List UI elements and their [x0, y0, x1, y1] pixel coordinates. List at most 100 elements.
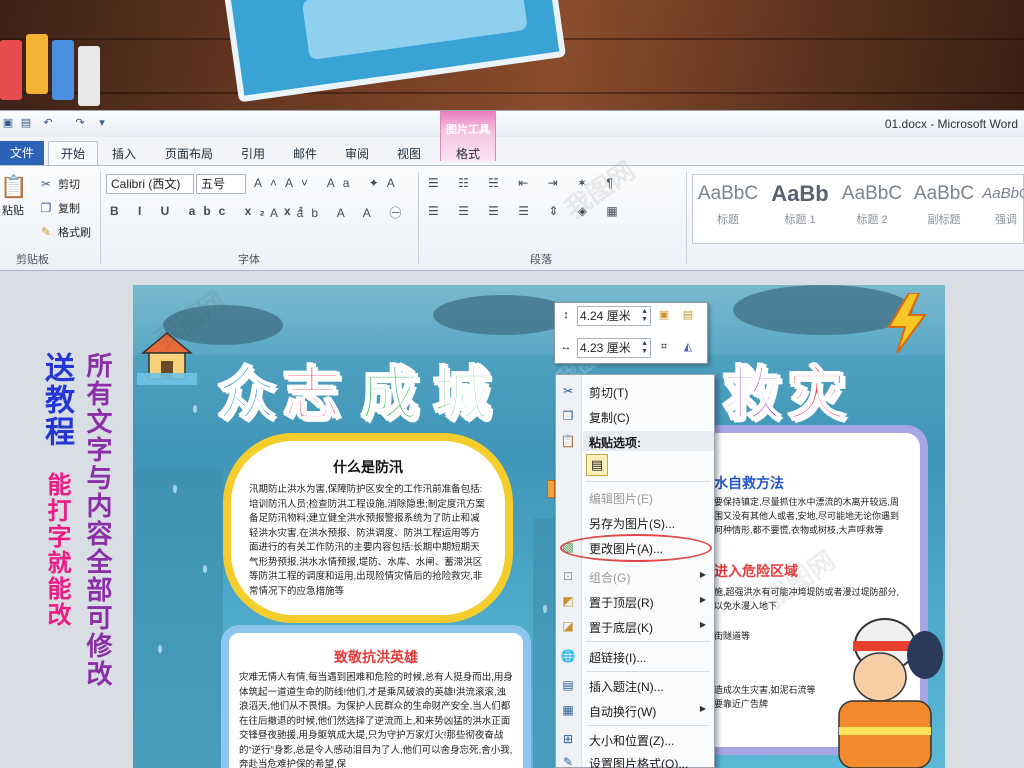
card-title: 致敬抗洪英雄 [334, 649, 418, 665]
rescuer-illustration [838, 618, 943, 768]
title-char: 灾 [787, 359, 847, 429]
tab-insert[interactable]: 插入 [112, 145, 136, 162]
card-title: 什么是防汛 [333, 459, 403, 475]
paste-button[interactable]: 📋 粘贴 [0, 172, 28, 218]
scissors-icon: ✂ [40, 177, 52, 191]
menu-paste-options: 📋 粘贴选项: [560, 434, 641, 450]
side-text-editable: 所有文字与内容全部可修改 [82, 352, 112, 688]
title-char: 成 [360, 359, 420, 429]
style-emphasis[interactable]: AaBbC强调 [981, 179, 1024, 227]
width-spinner[interactable]: 4.23 厘米 ▲ ▼ [577, 338, 651, 358]
card-body: 灾难无情人有情,每当遇到困难和危险的时候,总有人挺身而出,用身体筑起一道道生命的… [239, 672, 513, 768]
menu-format-picture[interactable]: ✎ 设置图片格式(O)... [556, 751, 714, 768]
copy-icon: ❐ [562, 409, 574, 423]
menu-size-and-position[interactable]: ⊞ 大小和位置(Z)... [556, 728, 714, 750]
style-title[interactable]: AaBbC 标题 [693, 179, 763, 227]
paint-swatches [0, 30, 110, 110]
lightning-icon [887, 293, 927, 353]
redo-icon[interactable]: ↷ [72, 116, 88, 130]
side-text-typing: 能打字就能改 [43, 472, 71, 628]
ribbon: 📋 粘贴 ✂ 剪切 ❐ 复制 ✎ 格式刷 剪贴板 Calibri (西文) 五号 A˄… [0, 165, 1024, 271]
title-char: 城 [432, 359, 492, 429]
width-icon: ↔ [560, 341, 572, 353]
tab-mailings[interactable]: 邮件 [293, 145, 317, 162]
tab-format[interactable]: 格式 [456, 145, 480, 162]
poster-canvas[interactable]: 我图网 我图网 众 志 成 城 救 灾 什么是防汛 汛期防止洪水为害,保障防护区… [133, 285, 945, 768]
font-group-label: 字体 [238, 254, 260, 266]
quick-access-toolbar: ▣ ▤ ↶ ↷ ▾ 01.docx - Microsoft Word [0, 111, 1024, 137]
font-name-combo[interactable]: Calibri (西文) [106, 174, 194, 194]
font-size-combo[interactable]: 五号 [196, 174, 246, 194]
menu-edit-picture[interactable]: 编辑图片(E) [556, 486, 714, 508]
title-char: 救 [722, 359, 782, 429]
context-menu: ✂ 剪切(T) ❐ 复制(C) 📋 粘贴选项: ▤ 编辑图片(E) 另存为图片(S).… [555, 374, 715, 768]
tab-page-layout[interactable]: 页面布局 [165, 145, 213, 162]
paste-icon: 📋 [560, 434, 576, 448]
tab-references[interactable]: 引用 [241, 145, 265, 162]
style-subtitle[interactable]: AaBbC 副标题 [909, 179, 979, 227]
word-window: ▣ ▤ ↶ ↷ ▾ 01.docx - Microsoft Word 图片工具 … [0, 110, 1024, 271]
card-body: 汛期防止洪水为害,保障防护区安全的工作汛前准备包括:培训防汛人员;检查防洪工程设… [249, 484, 485, 597]
submenu-arrow-icon: ▶ [699, 704, 706, 713]
crop-tool-icon[interactable]: ⌗ [655, 338, 673, 356]
clipboard-group-label: 剪贴板 [16, 254, 49, 266]
save-icon[interactable]: ▤ [18, 116, 34, 130]
font-effect-buttons[interactable]: A ab A A ㊀ [270, 204, 409, 221]
menu-save-as-picture[interactable]: 另存为图片(S)... [556, 511, 714, 533]
menu-group[interactable]: ⊡ 组合(G) ▶ [556, 565, 714, 587]
card-heading: 水自救方法 [714, 475, 784, 491]
format-picture-icon: ✎ [562, 755, 574, 768]
scissors-icon: ✂ [562, 384, 574, 398]
cut-button[interactable]: ✂ 剪切 [38, 176, 80, 192]
poster-photo [223, 0, 567, 103]
ribbon-tabs: 文件 开始 插入 页面布局 引用 邮件 审阅 视图 格式 [0, 141, 1024, 167]
rotate-icon[interactable]: ◭ [679, 338, 697, 356]
submenu-arrow-icon: ▶ [699, 595, 706, 604]
height-icon: ↕ [563, 309, 569, 321]
menu-hyperlink[interactable]: 🌐 超链接(I)... [556, 645, 714, 667]
copy-button[interactable]: ❐ 复制 [38, 200, 80, 216]
document-title: 01.docx - Microsoft Word [884, 117, 1018, 131]
copy-icon: ❐ [40, 201, 52, 215]
brush-icon: ✎ [40, 225, 52, 239]
paragraph-group-label: 段落 [530, 254, 552, 266]
paste-keep-format-button[interactable]: ▤ [586, 454, 608, 476]
send-back-icon: ◪ [562, 619, 574, 633]
title-char: 志 [282, 359, 342, 429]
style-heading2[interactable]: AaBbC 标题 2 [837, 179, 907, 227]
style-heading1[interactable]: AaBb 标题 1 [765, 179, 835, 227]
height-spinner[interactable]: 4.24 厘米 ▲ ▼ [577, 306, 651, 326]
submenu-arrow-icon: ▶ [699, 620, 706, 629]
flood-prevention-card[interactable]: 什么是防汛 汛期防止洪水为害,保障防护区安全的工作汛前准备包括:培训防汛人员;检… [223, 433, 513, 623]
resize-handle[interactable] [547, 480, 555, 498]
size-position-icon: ⊞ [562, 732, 574, 746]
heroes-card[interactable]: 致敬抗洪英雄 灾难无情人有情,每当遇到困难和危险的时候,总有人挺身而出,用身体筑… [221, 625, 531, 768]
format-painter-button[interactable]: ✎ 格式刷 [38, 224, 91, 240]
customize-qat-icon[interactable]: ▾ [94, 116, 110, 130]
menu-send-to-back[interactable]: ◪ 置于底层(K) ▶ [556, 615, 714, 637]
tab-home[interactable]: 开始 [48, 141, 98, 167]
menu-text-wrapping[interactable]: ▦ 自动换行(W) ▶ [556, 699, 714, 721]
crop-icon[interactable]: ▣ [655, 306, 673, 324]
menu-bring-to-front[interactable]: ◩ 置于顶层(R) ▶ [556, 590, 714, 612]
card-text: 要保持镇定,尽量抓住水中漂流的木离开较远,周围又没有其他人或者,安地,尽可能地无… [714, 497, 900, 535]
highlight-ellipse [560, 534, 712, 562]
tab-view[interactable]: 视图 [397, 145, 421, 162]
paste-icon: 📋 [0, 174, 28, 199]
background-photo [0, 0, 1024, 110]
size-mini-toolbar: ↕ 4.24 厘米 ▲ ▼ ▣ ▤ ↔ 4.23 厘米 ▲ ▼ ⌗ ◭ [554, 302, 708, 364]
menu-copy[interactable]: ❐ 复制(C) [556, 405, 714, 427]
styles-gallery: AaBbC 标题 AaBb 标题 1 AaBbC 标题 2 AaBbC 副标题 AaBb… [692, 174, 1024, 244]
font-size-buttons[interactable]: A˄A˅ Aa ✦A [254, 176, 403, 190]
submenu-arrow-icon: ▶ [699, 570, 706, 579]
tab-review[interactable]: 审阅 [345, 145, 369, 162]
tab-file[interactable]: 文件 [0, 141, 44, 165]
menu-insert-caption[interactable]: ▤ 插入题注(N)... [556, 674, 714, 696]
word-icon[interactable]: ▣ [0, 116, 16, 130]
undo-icon[interactable]: ↶ [40, 116, 56, 130]
menu-cut[interactable]: ✂ 剪切(T) [556, 380, 714, 402]
wrap-icon: ▦ [562, 703, 574, 717]
bring-front-icon: ◩ [562, 594, 574, 608]
caption-icon: ▤ [562, 678, 574, 692]
arrange-icon[interactable]: ▤ [679, 306, 697, 324]
